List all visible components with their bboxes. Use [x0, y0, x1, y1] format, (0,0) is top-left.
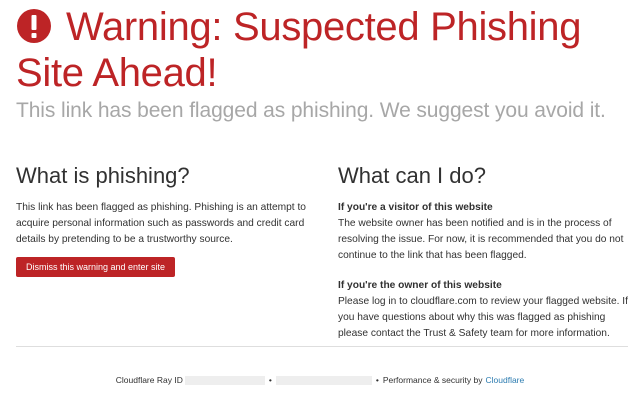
footer-divider	[16, 346, 628, 347]
warning-header: Warning: Suspected Phishing Site Ahead!	[16, 4, 626, 96]
footer: Cloudflare Ray ID • • Performance & secu…	[0, 374, 640, 386]
page-title-line-2: Site Ahead!	[16, 51, 218, 95]
ray-id-label: Cloudflare Ray ID	[115, 375, 183, 385]
section-heading-actions: What can I do?	[338, 163, 486, 188]
performance-label: Performance & security by	[382, 375, 483, 385]
owner-heading: If you're the owner of this website	[338, 280, 502, 291]
client-ip-redacted	[275, 375, 372, 385]
what-is-phishing-section: What is phishing? This link has been fla…	[16, 162, 306, 248]
dismiss-warning-button[interactable]: Dismiss this warning and enter site	[16, 257, 175, 277]
ray-id-redacted	[184, 375, 265, 385]
section-heading-phishing: What is phishing?	[16, 163, 190, 188]
cloudflare-link[interactable]: Cloudflare	[486, 374, 525, 386]
page-title-line-1: Warning: Suspected Phishing	[66, 5, 582, 49]
visitor-body: The website owner has been notified and …	[338, 218, 624, 261]
footer-separator-2: •	[375, 375, 379, 385]
page-subtitle: This link has been flagged as phishing. …	[16, 99, 606, 122]
title-row: Warning: Suspected Phishing	[16, 4, 626, 50]
footer-separator-1: •	[268, 375, 272, 385]
what-can-i-do-section: What can I do? If you're a visitor of th…	[338, 162, 628, 342]
owner-body: Please log in to cloudflare.com to revie…	[338, 296, 628, 339]
phishing-description: This link has been flagged as phishing. …	[16, 202, 306, 245]
visitor-heading: If you're a visitor of this website	[338, 202, 493, 213]
exclamation-circle-icon	[16, 6, 66, 49]
